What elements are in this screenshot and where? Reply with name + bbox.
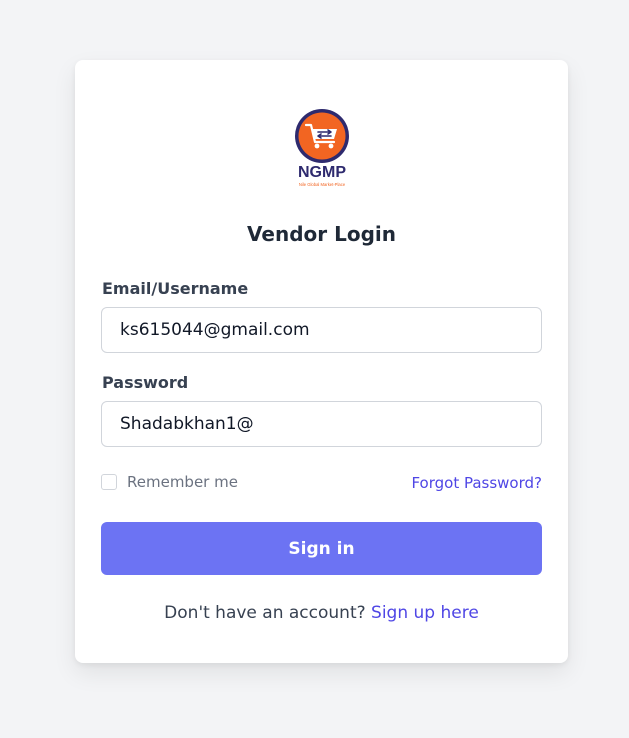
password-field[interactable] [101, 401, 542, 447]
signup-prompt: Don't have an account? [164, 603, 372, 623]
logo-brand: NGMP [298, 164, 346, 181]
remember-me[interactable]: Remember me [101, 473, 238, 491]
sign-up-link[interactable]: Sign up here [371, 603, 479, 623]
login-card: NGMP Nile Global Market-Place Vendor Log… [75, 60, 568, 663]
logo-tagline: Nile Global Market-Place [299, 182, 346, 187]
email-label: Email/Username [102, 279, 249, 298]
remember-me-checkbox[interactable] [101, 474, 117, 490]
sign-in-button[interactable]: Sign in [101, 522, 542, 575]
password-label: Password [102, 373, 189, 392]
page-title: Vendor Login [247, 222, 396, 246]
signup-row: Don't have an account? Sign up here [75, 603, 568, 623]
email-field[interactable] [101, 307, 542, 353]
forgot-password-link[interactable]: Forgot Password? [411, 474, 542, 492]
ngmp-logo: NGMP Nile Global Market-Place [287, 106, 357, 190]
remember-me-label: Remember me [127, 473, 238, 491]
